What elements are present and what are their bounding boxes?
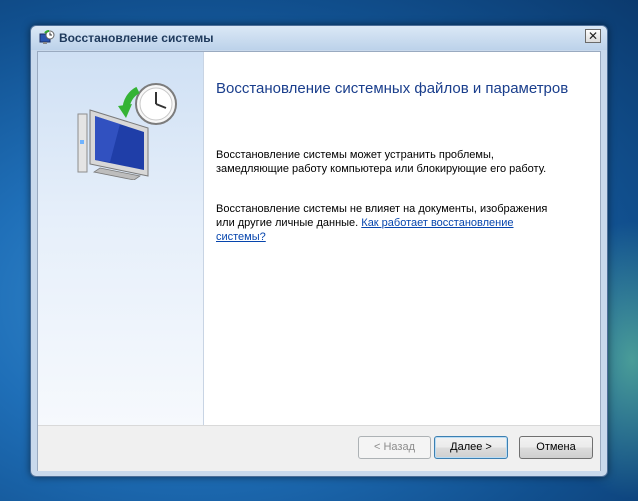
- window-title: Восстановление системы: [59, 31, 214, 45]
- info-line-with-link: или другие личные данные. Как работает в…: [216, 216, 566, 230]
- description-line: замедляющие работу компьютера или блокир…: [216, 163, 547, 175]
- info-paragraph: Восстановление системы не влияет на доку…: [216, 202, 566, 244]
- button-footer: < Назад Далее > Отмена: [38, 425, 600, 471]
- next-button[interactable]: Далее >: [434, 436, 508, 459]
- close-button[interactable]: ✕: [585, 29, 601, 43]
- info-text: или другие личные данные.: [216, 217, 362, 229]
- content-pane: Восстановление системных файлов и параме…: [204, 52, 600, 425]
- dialog-client-area: Восстановление системных файлов и параме…: [37, 51, 601, 471]
- page-title: Восстановление системных файлов и параме…: [216, 80, 569, 97]
- info-line: Восстановление системы не влияет на доку…: [216, 203, 548, 215]
- how-restore-works-link-continued[interactable]: системы?: [216, 231, 266, 243]
- how-restore-works-link[interactable]: Как работает восстановление: [361, 217, 513, 229]
- left-illustration-pane: [38, 52, 204, 425]
- system-restore-monitor-clock-icon: [77, 83, 177, 180]
- back-button[interactable]: < Назад: [358, 436, 431, 459]
- description-line: Восстановление системы может устранить п…: [216, 149, 494, 161]
- system-restore-window: Восстановление системы ✕ Восстановление …: [30, 25, 608, 477]
- description-paragraph: Восстановление системы может устранить п…: [216, 148, 566, 176]
- cancel-button[interactable]: Отмена: [519, 436, 593, 459]
- title-bar[interactable]: Восстановление системы ✕: [31, 26, 607, 50]
- system-restore-icon: [39, 30, 55, 44]
